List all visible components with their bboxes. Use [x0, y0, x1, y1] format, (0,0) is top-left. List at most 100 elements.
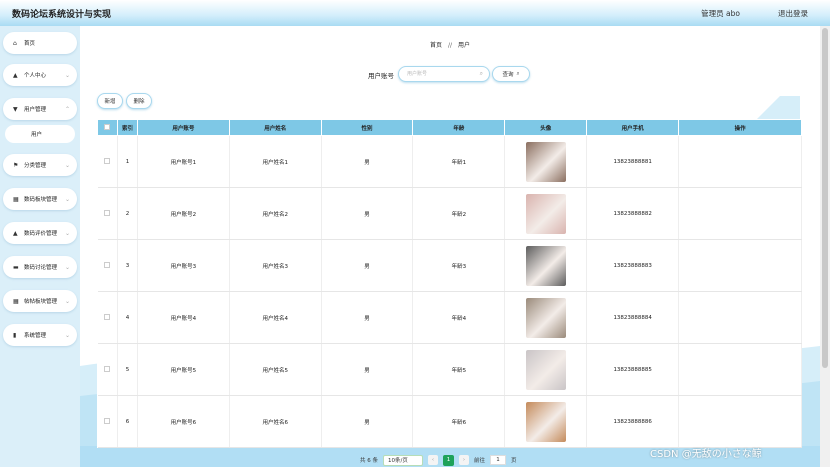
row-checkbox[interactable]	[104, 157, 111, 164]
sidebar-item-label: 用户	[31, 132, 43, 138]
row-checkbox-cell[interactable]	[97, 395, 118, 448]
row-checkbox-cell[interactable]	[97, 291, 118, 344]
sidebar-item-1[interactable]: ▲ 个人中心 ⌄	[3, 64, 77, 86]
sidebar-subitem-users[interactable]: 用户	[5, 125, 75, 143]
add-button[interactable]: 新增	[97, 93, 123, 109]
current-page[interactable]: 1	[443, 454, 454, 466]
cell-gender: 男	[321, 291, 414, 344]
search-box: ⌕	[398, 66, 490, 82]
query-button[interactable]: 查询 ⌕	[492, 66, 530, 82]
cell-name: 用户姓名4	[229, 291, 322, 344]
sidebar-item-label: 个人中心	[24, 73, 47, 79]
page-unit: 页	[511, 458, 517, 464]
cell-name: 用户姓名3	[229, 239, 322, 292]
cell-name: 用户姓名5	[229, 343, 322, 396]
sidebar-item-6[interactable]: ▲ 数码评价管理 ⌄	[3, 222, 77, 244]
cell-actions	[678, 239, 802, 292]
search-label: 用户账号	[368, 72, 394, 80]
row-checkbox[interactable]	[104, 261, 111, 268]
sidebar-item-label: 用户管理	[24, 107, 47, 113]
sidebar-item-8[interactable]: ▦ 帖帖板块管理 ⌄	[3, 290, 77, 312]
column-header: 索引	[116, 119, 138, 136]
cell-age: 年龄3	[412, 239, 506, 292]
breadcrumb-home[interactable]: 首页	[430, 42, 442, 49]
cell-gender: 男	[321, 395, 414, 448]
sidebar-item-label: 首页	[24, 41, 36, 47]
prev-page-button[interactable]: ‹	[428, 455, 438, 465]
cell-name: 用户姓名6	[229, 395, 322, 448]
sidebar-item-7[interactable]: ▬ 数码讨论管理 ⌄	[3, 256, 77, 278]
cell-phone: 13823888881	[586, 135, 680, 188]
chevron-up-icon: ⌃	[64, 105, 70, 113]
sidebar-item-label: 数码讨论管理	[24, 265, 58, 271]
user-manage-icon: ▼	[13, 105, 18, 113]
row-checkbox-cell[interactable]	[97, 187, 118, 240]
column-header: 年龄	[412, 119, 506, 136]
avatar-image	[525, 245, 566, 286]
row-checkbox[interactable]	[104, 209, 111, 216]
cell-gender: 男	[321, 135, 414, 188]
total-count: 共 6 条	[360, 458, 378, 464]
checkbox[interactable]	[104, 123, 111, 130]
avatar-image	[525, 349, 566, 390]
row-checkbox[interactable]	[104, 417, 111, 424]
logout-link[interactable]: 退出登录	[778, 8, 808, 19]
sidebar-item-2[interactable]: ▼ 用户管理 ⌃	[3, 98, 77, 120]
column-header: 用户手机	[586, 119, 680, 136]
cell-phone: 13823888885	[586, 343, 680, 396]
cell-phone: 13823888884	[586, 291, 680, 344]
sidebar-item-4[interactable]: ⚑ 分类管理 ⌄	[3, 154, 77, 176]
avatar-image	[525, 141, 566, 182]
column-header: 头像	[504, 119, 588, 136]
cell-avatar	[504, 343, 588, 396]
main-content: 首页 // 用户 用户账号 ⌕ 查询 ⌕ 新增 删除 索引用户账号用户姓名性别年…	[80, 26, 820, 467]
column-header: 操作	[678, 119, 802, 136]
cell-index: 1	[117, 135, 138, 188]
row-checkbox-cell[interactable]	[97, 239, 118, 292]
cell-actions	[678, 135, 802, 188]
column-header: 性别	[320, 119, 414, 136]
row-checkbox-cell[interactable]	[97, 135, 118, 188]
next-page-button[interactable]: ›	[459, 455, 469, 465]
cell-phone: 13823888886	[586, 395, 680, 448]
page-size-value: 10条/页	[388, 458, 408, 464]
chevron-down-icon: ⌄	[64, 161, 70, 169]
scrollbar[interactable]	[820, 26, 830, 467]
cell-avatar	[504, 395, 588, 448]
flag-icon: ⚑	[13, 161, 19, 169]
table-row: 2 用户账号2 用户姓名2 男年龄2 13823888882	[97, 187, 802, 240]
delete-button[interactable]: 删除	[126, 93, 152, 109]
cell-account: 用户账号6	[137, 395, 230, 448]
pagination: 共 6 条 10条/页 ‹ 1 › 前往 1 页	[360, 454, 517, 466]
goto-label: 前往	[474, 458, 486, 464]
sidebar-item-label: 数码板块管理	[24, 197, 58, 203]
cell-avatar	[504, 291, 588, 344]
chevron-down-icon: ⌄	[64, 331, 70, 339]
breadcrumb-current: 用户	[457, 42, 470, 49]
page-size-select[interactable]: 10条/页	[383, 454, 423, 466]
row-checkbox[interactable]	[104, 365, 111, 372]
bar-chart-icon: ▮	[13, 331, 17, 339]
sidebar: ⌂ 首页 ▲ 个人中心 ⌄ ▼ 用户管理 ⌃ 用户 ⚑ 分类管理 ⌄ ▦ 数码板块管理 ⌄ ▲ 数码评价管理 ⌄ ▬…	[0, 26, 80, 467]
grid-icon: ▦	[13, 297, 19, 305]
row-checkbox[interactable]	[104, 313, 111, 320]
grid-icon: ▦	[13, 195, 19, 203]
scrollbar-thumb[interactable]	[822, 28, 828, 368]
watermark: CSDN @无敌の小さな鲸	[650, 449, 762, 460]
avatar-image	[525, 193, 566, 234]
sidebar-item-9[interactable]: ▮ 系统管理 ⌄	[3, 324, 77, 346]
sidebar-item-0[interactable]: ⌂ 首页	[3, 32, 77, 54]
sidebar-item-5[interactable]: ▦ 数码板块管理 ⌄	[3, 188, 77, 210]
select-all-checkbox[interactable]	[97, 119, 118, 136]
cell-gender: 男	[321, 239, 414, 292]
avatar-image	[525, 297, 566, 338]
home-icon: ⌂	[13, 39, 17, 47]
row-checkbox-cell[interactable]	[97, 343, 118, 396]
column-header: 用户账号	[136, 119, 230, 136]
cell-age: 年龄1	[412, 135, 506, 188]
car-icon: ▬	[13, 263, 19, 271]
goto-input[interactable]: 1	[490, 455, 507, 465]
cell-index: 2	[117, 187, 138, 240]
search-input[interactable]	[399, 67, 469, 81]
breadcrumb: 首页 // 用户	[80, 40, 820, 49]
